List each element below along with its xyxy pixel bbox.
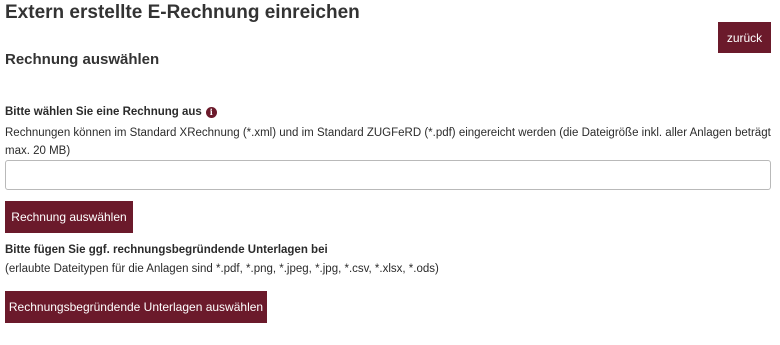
select-attachments-button[interactable]: Rechnungsbegründende Unterlagen auswähle… xyxy=(5,291,267,323)
page-title: Extern erstellte E-Rechnung einreichen xyxy=(5,2,360,23)
attachments-help-text: (erlaubte Dateitypen für die Anlagen sin… xyxy=(5,263,439,275)
invoice-field-label: Bitte wählen Sie eine Rechnung aus xyxy=(5,106,202,118)
select-invoice-button[interactable]: Rechnung auswählen xyxy=(5,201,133,233)
invoice-field-label-row: Bitte wählen Sie eine Rechnung aus i xyxy=(5,106,217,118)
back-button[interactable]: zurück xyxy=(718,22,771,53)
info-icon[interactable]: i xyxy=(205,106,217,118)
attachments-label: Bitte fügen Sie ggf. rechnungsbegründend… xyxy=(5,244,328,256)
invoice-help-text: Rechnungen können im Standard XRechnung … xyxy=(5,127,771,157)
invoice-file-input[interactable] xyxy=(5,160,771,190)
section-title: Rechnung auswählen xyxy=(5,51,160,68)
